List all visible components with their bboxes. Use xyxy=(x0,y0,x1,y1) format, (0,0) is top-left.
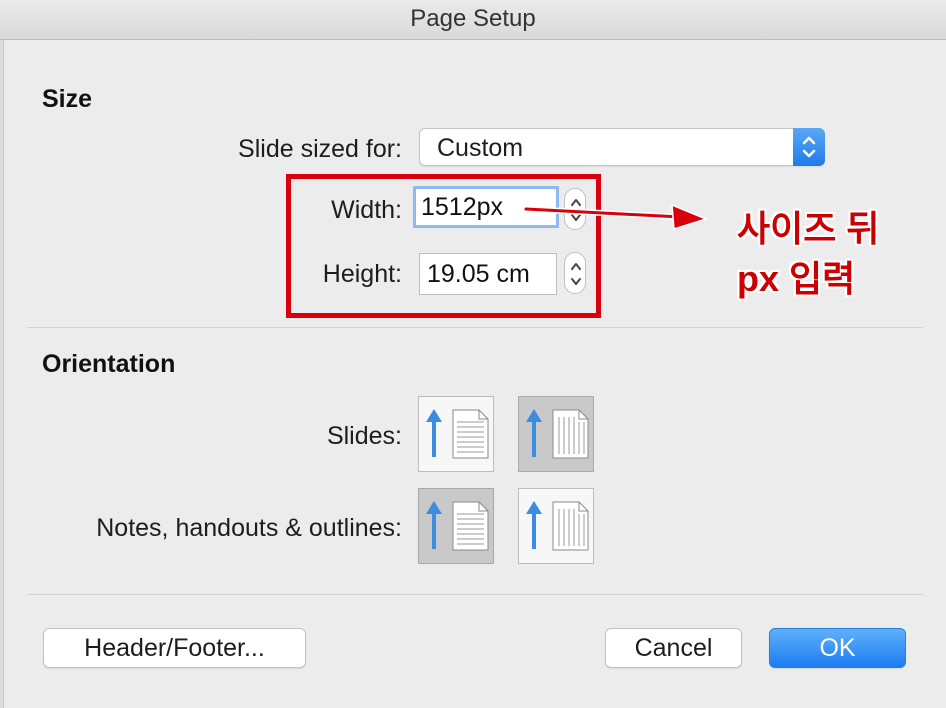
portrait-orientation-icon xyxy=(426,409,489,459)
slide-sized-for-label: Slide sized for: xyxy=(238,135,402,163)
window-title: Page Setup xyxy=(0,0,946,40)
notes-landscape-option[interactable] xyxy=(518,488,594,564)
landscape-orientation-icon xyxy=(526,501,589,551)
notes-portrait-option[interactable] xyxy=(418,488,494,564)
footer-divider xyxy=(27,594,923,595)
select-arrows-icon[interactable] xyxy=(793,128,825,166)
slides-portrait-option[interactable] xyxy=(418,396,494,472)
cancel-button[interactable]: Cancel xyxy=(605,628,742,668)
size-section-title: Size xyxy=(42,85,93,113)
slide-sized-for-select[interactable]: Custom xyxy=(419,128,825,166)
window-edge xyxy=(0,40,4,708)
slides-orientation-label: Slides: xyxy=(326,422,402,450)
slide-sized-for-value: Custom xyxy=(437,134,524,162)
notes-orientation-label: Notes, handouts & outlines: xyxy=(96,514,402,542)
slides-landscape-option[interactable] xyxy=(518,396,594,472)
portrait-orientation-icon xyxy=(426,501,489,551)
orientation-section-title: Orientation xyxy=(42,350,176,378)
annotation-text-line2: px 입력 xyxy=(737,258,856,299)
annotation-arrow-icon xyxy=(523,203,709,230)
header-footer-button[interactable]: Header/Footer... xyxy=(43,628,306,668)
annotation-text-line1: 사이즈 뒤 xyxy=(737,208,880,249)
section-divider xyxy=(27,327,923,328)
landscape-orientation-icon xyxy=(526,409,589,459)
ok-button[interactable]: OK xyxy=(769,628,906,668)
